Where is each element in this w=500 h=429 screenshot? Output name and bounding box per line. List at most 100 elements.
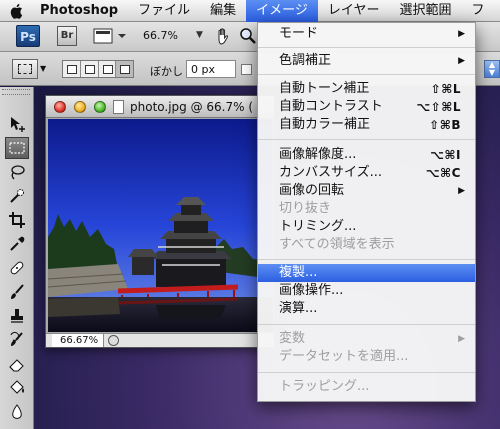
menu-separator (258, 372, 475, 373)
menu-item-label: 複製... (279, 265, 318, 280)
panel-grip[interactable] (2, 89, 30, 95)
selection-mode-buttons[interactable] (62, 60, 134, 78)
menu-item-label: モード (279, 26, 319, 41)
menu-layer[interactable]: レイヤー (318, 0, 390, 22)
menu-item-reveal-all: すべての領域を表示 (258, 236, 475, 254)
new-selection-icon[interactable] (63, 61, 81, 77)
clone-stamp-tool-icon[interactable] (5, 305, 29, 327)
zoom-level[interactable]: 66.7% (143, 29, 178, 42)
menu-item-label: 画像の回転 (279, 183, 345, 198)
photoshop-logo: Ps (16, 25, 40, 47)
submenu-arrow-icon: ▶ (458, 56, 465, 66)
menu-item-apply-image[interactable]: 画像操作... (258, 282, 475, 300)
menu-item-label: 画像解像度... (279, 147, 357, 162)
menu-item-label: 自動トーン補正 (279, 81, 370, 96)
menu-item-shortcut: ⌥⌘C (425, 166, 461, 180)
menu-item-mode[interactable]: モード ▶ (258, 25, 475, 43)
lasso-tool-icon[interactable] (5, 161, 29, 183)
eyedropper-tool-icon[interactable] (5, 233, 29, 255)
zoom-button[interactable] (94, 101, 106, 113)
menu-edit[interactable]: 編集 (200, 0, 246, 22)
document-title-bar[interactable]: photo.jpg @ 66.7% ( (46, 96, 274, 118)
feather-input[interactable]: 0 px (186, 60, 236, 78)
quick-selection-tool-icon[interactable] (5, 185, 29, 207)
eraser-tool-icon[interactable] (5, 353, 29, 375)
close-button[interactable] (54, 101, 66, 113)
chevron-down-icon[interactable]: ▼ (40, 64, 46, 73)
menu-separator (258, 74, 475, 75)
menu-item-canvas-size[interactable]: カンバスサイズ... ⌥⌘C (258, 164, 475, 182)
menu-item-shortcut: ⇧⌘L (430, 82, 461, 96)
document-status-bar: 66.67% (46, 333, 274, 347)
intersect-selection-icon[interactable] (116, 61, 133, 77)
options-stepper[interactable]: ▲ ▼ (484, 60, 500, 78)
launch-bridge-button[interactable]: Br (57, 26, 77, 46)
menu-bar: Photoshop ファイル 編集 イメージ レイヤー 選択範囲 フ (0, 0, 500, 22)
menu-image[interactable]: イメージ (246, 0, 318, 22)
menu-item-shortcut: ⇧⌘B (429, 118, 461, 132)
menu-file[interactable]: ファイル (128, 0, 200, 22)
menu-item-adjustments[interactable]: 色調補正 ▶ (258, 52, 475, 70)
apple-menu-icon[interactable] (0, 0, 34, 22)
menu-separator (258, 324, 475, 325)
healing-brush-tool-icon[interactable] (5, 257, 29, 279)
menu-item-calculations[interactable]: 演算... (258, 300, 475, 318)
view-extras-icon[interactable] (93, 27, 127, 45)
paint-bucket-tool-icon[interactable] (5, 377, 29, 399)
menu-item-label: 画像操作... (279, 283, 344, 298)
menu-item-label: データセットを適用... (279, 349, 409, 364)
feather-label: ぼかし : (150, 65, 191, 78)
menu-item-crop: 切り抜き (258, 200, 475, 218)
brush-tool-icon[interactable] (5, 281, 29, 303)
menu-item-label: 変数 (279, 331, 306, 346)
menu-item-shortcut: ⌥⌘I (430, 148, 461, 162)
image-menu-dropdown: モード ▶ 色調補正 ▶ 自動トーン補正 ⇧⌘L 自動コントラスト ⌥⇧⌘L 自動カラー… (257, 22, 476, 402)
submenu-arrow-icon: ▶ (458, 186, 465, 196)
document-icon (113, 100, 124, 114)
menu-item-variables: 変数 ▶ (258, 330, 475, 348)
status-zoom-field[interactable]: 66.67% (52, 334, 104, 347)
castle-photo (48, 119, 273, 332)
menu-item-label: 色調補正 (279, 53, 332, 68)
menu-item-label: カンバスサイズ... (279, 165, 383, 180)
submenu-arrow-icon: ▶ (458, 334, 465, 344)
subtract-selection-icon[interactable] (99, 61, 117, 77)
menu-item-image-rotation[interactable]: 画像の回転 ▶ (258, 182, 475, 200)
menu-item-image-size[interactable]: 画像解像度... ⌥⌘I (258, 146, 475, 164)
menu-item-trim[interactable]: トリミング... (258, 218, 475, 236)
menu-item-apply-data-set: データセットを適用... (258, 348, 475, 366)
menu-app-photoshop[interactable]: Photoshop (34, 0, 128, 22)
menu-item-shortcut: ⌥⇧⌘L (416, 100, 461, 114)
document-window: photo.jpg @ 66.7% (66.67% (45, 95, 275, 348)
history-brush-tool-icon[interactable] (5, 329, 29, 351)
hand-tool-icon[interactable] (214, 27, 232, 45)
tools-panel (0, 87, 34, 429)
tool-preset-picker[interactable] (12, 59, 38, 79)
menu-select[interactable]: 選択範囲 (390, 0, 462, 22)
anti-alias-checkbox[interactable] (241, 64, 252, 75)
zoom-dropdown-icon[interactable]: ▼ (196, 30, 203, 40)
move-tool-icon[interactable] (5, 113, 29, 135)
image-canvas[interactable] (48, 119, 273, 332)
menu-item-label: 切り抜き (279, 201, 332, 216)
menu-item-label: 演算... (279, 301, 318, 316)
minimize-button[interactable] (74, 101, 86, 113)
menu-item-duplicate[interactable]: 複製... (258, 264, 475, 282)
menu-item-label: すべての領域を表示 (279, 237, 395, 252)
add-to-selection-icon[interactable] (81, 61, 99, 77)
menu-separator (258, 47, 475, 48)
document-title: photo.jpg @ 66.7% ( (130, 100, 254, 114)
menu-item-label: 自動カラー補正 (279, 117, 371, 132)
menu-item-label: 自動コントラスト (279, 99, 383, 114)
menu-filter[interactable]: フ (462, 0, 495, 22)
menu-item-auto-tone[interactable]: 自動トーン補正 ⇧⌘L (258, 80, 475, 98)
zoom-tool-icon[interactable] (239, 27, 257, 45)
submenu-arrow-icon: ▶ (458, 29, 465, 39)
menu-item-auto-contrast[interactable]: 自動コントラスト ⌥⇧⌘L (258, 98, 475, 116)
rectangular-marquee-tool-icon[interactable] (5, 137, 29, 159)
menu-separator (258, 139, 475, 140)
blur-tool-icon[interactable] (5, 401, 29, 423)
status-info-icon[interactable] (108, 335, 119, 346)
crop-tool-icon[interactable] (5, 209, 29, 231)
menu-item-auto-color[interactable]: 自動カラー補正 ⇧⌘B (258, 116, 475, 134)
